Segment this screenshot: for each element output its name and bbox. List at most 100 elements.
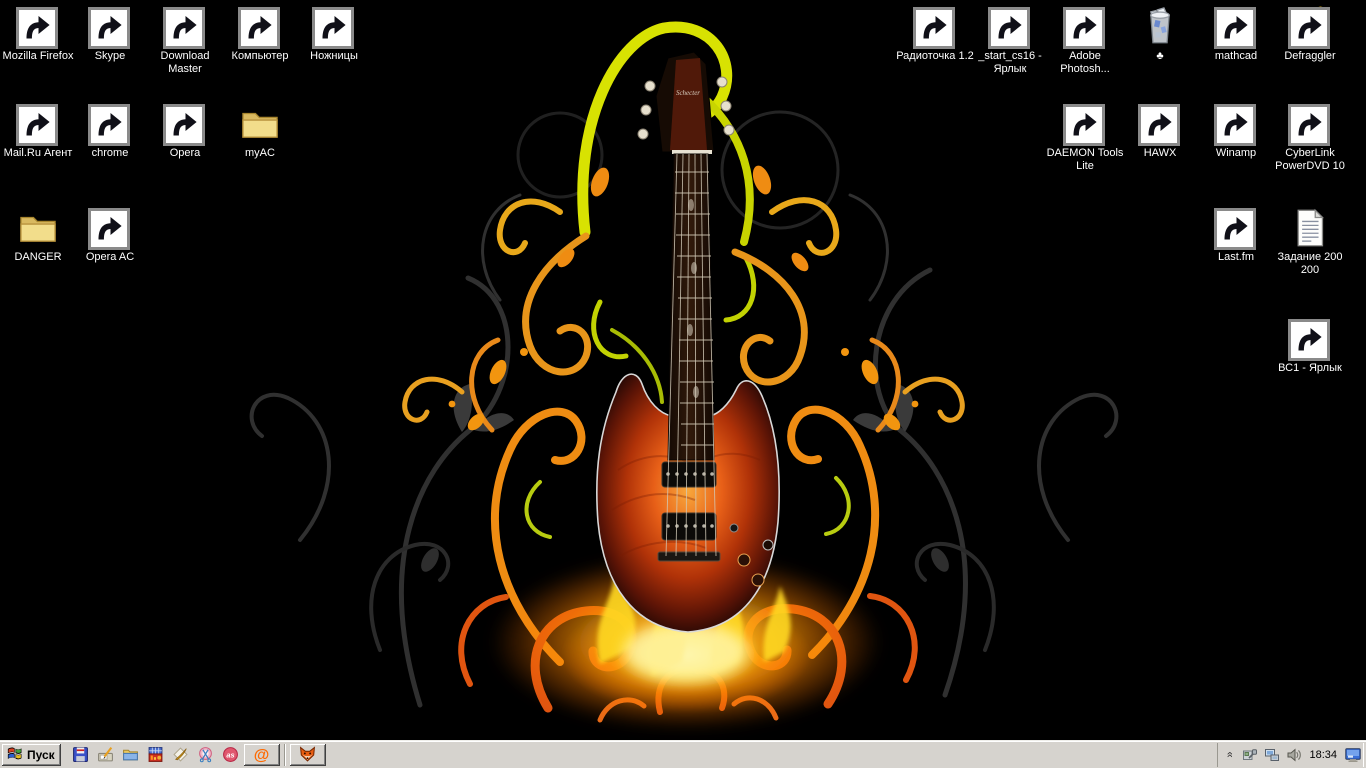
- daemon-tools-icon: [1064, 103, 1106, 145]
- quicklaunch-show-desktop[interactable]: [94, 743, 118, 767]
- desktop-icon-computer[interactable]: Компьютер: [220, 6, 300, 63]
- desktop-icon-lastfm[interactable]: as Last.fm: [1196, 207, 1276, 264]
- desktop-icon-label: Last.fm: [1196, 251, 1276, 264]
- desktop-icon-label: Ножницы: [294, 50, 374, 63]
- folder-icon: [239, 103, 281, 145]
- desktop-icon-label: DAEMON Tools Lite: [1045, 147, 1125, 173]
- desktop-icon-snipping-tool[interactable]: Ножницы: [294, 6, 374, 63]
- desktop-icon-label: Mail.Ru Агент: [0, 147, 78, 160]
- quicklaunch-grid-app[interactable]: [144, 743, 168, 767]
- desktop-icon-label: Skype: [70, 50, 150, 63]
- desktop-icon-opera[interactable]: Opera: [145, 103, 225, 160]
- hide-icons-chevron[interactable]: »: [1224, 749, 1236, 761]
- desktop-icon-zadanie-200[interactable]: Задание 200 200: [1270, 207, 1350, 277]
- desktop-icon-myac-folder[interactable]: myAC: [220, 103, 300, 160]
- desktop-icon-label: ВС1 - Ярлык: [1270, 362, 1350, 375]
- desktop-icon-label: Задание 200 200: [1270, 251, 1350, 277]
- grid-app-icon: [147, 746, 164, 763]
- lastfm-icon: as: [1215, 207, 1257, 249]
- cs16-icon: [989, 6, 1031, 48]
- desktop-icon-label: Defraggler: [1270, 50, 1350, 63]
- desktop-icon-defraggler[interactable]: Defraggler: [1270, 6, 1350, 63]
- desktop-icon-start-cs16[interactable]: _start_cs16 - Ярлык: [970, 6, 1050, 76]
- quicklaunch-folder[interactable]: [119, 743, 143, 767]
- desktop-icon-mailru-agent[interactable]: @ Mail.Ru Агент: [0, 103, 78, 160]
- system-tray: »: [1217, 743, 1364, 767]
- download-master-icon: [164, 6, 206, 48]
- task-button-area: @: [243, 744, 327, 766]
- start-button-label: Пуск: [27, 748, 55, 762]
- desktop-icon-opera-ac[interactable]: Opera AC: [70, 207, 150, 264]
- desktop-icon-label: Компьютер: [220, 50, 300, 63]
- quill-icon: [172, 746, 189, 763]
- desktop-icon-recycle-bin[interactable]: ♣: [1120, 6, 1200, 63]
- display-icon[interactable]: [1344, 746, 1361, 763]
- mathcad-icon: M: [1215, 6, 1257, 48]
- desktop-icon-label: HAWX: [1120, 147, 1200, 160]
- desktop-icon-chrome[interactable]: chrome: [70, 103, 150, 160]
- computer-icon: [239, 6, 281, 48]
- desktop-icon-label: myAC: [220, 147, 300, 160]
- safely-remove-icon[interactable]: [1241, 746, 1258, 763]
- powerdvd-icon: [1289, 103, 1331, 145]
- opera-ac-icon: [89, 207, 131, 249]
- desktop-icon-hawx[interactable]: HAWX: [1120, 103, 1200, 160]
- desktop-icon-label: Winamp: [1196, 147, 1276, 160]
- desktop-icon-mozilla-firefox[interactable]: Mozilla Firefox: [0, 6, 78, 63]
- floppy-icon: [72, 746, 89, 763]
- taskbar-separator: [284, 744, 286, 766]
- quicklaunch-floppy[interactable]: [69, 743, 93, 767]
- photoshop-icon: Ps: [1064, 6, 1106, 48]
- desktop-icon-skype[interactable]: S Skype: [70, 6, 150, 63]
- mailru-agent-icon: @: [17, 103, 59, 145]
- desktop-icon-label: Радиоточка 1.2: [895, 50, 975, 63]
- desktop-icon-download-master[interactable]: Download Master: [145, 6, 225, 76]
- fox-icon: [299, 746, 316, 763]
- opera-icon: [164, 103, 206, 145]
- folder-icon: [17, 207, 59, 249]
- recycle-bin-icon: [1139, 6, 1181, 48]
- desktop-icon-label: CyberLink PowerDVD 10: [1270, 147, 1350, 173]
- desktop-icon-label: DANGER: [0, 251, 78, 264]
- taskbutton-mailru-agent[interactable]: @: [244, 744, 280, 766]
- desktop-icon-label: _start_cs16 - Ярлык: [970, 50, 1050, 76]
- desktop-icon-label: chrome: [70, 147, 150, 160]
- windows-logo-icon: [6, 745, 23, 765]
- quick-launch: as: [69, 743, 243, 767]
- desktop-icon-label: Mozilla Firefox: [0, 50, 78, 63]
- document-icon: [1289, 318, 1331, 360]
- snip-icon: [197, 746, 214, 763]
- desktop: Schecter: [0, 0, 1366, 768]
- desktop-icon-label: Opera: [145, 147, 225, 160]
- skype-icon: S: [89, 6, 131, 48]
- taskbutton-fox-app[interactable]: [290, 744, 326, 766]
- chrome-icon: [89, 103, 131, 145]
- hawx-icon: [1139, 103, 1181, 145]
- volume-icon[interactable]: [1285, 746, 1302, 763]
- network-icon[interactable]: [1263, 746, 1280, 763]
- desktop-icon-winamp[interactable]: Winamp: [1196, 103, 1276, 160]
- quicklaunch-snip-tool[interactable]: [194, 743, 218, 767]
- desktop-icon-mathcad[interactable]: M mathcad: [1196, 6, 1276, 63]
- desktop-icon-adobe-photoshop[interactable]: Ps Adobe Photosh...: [1045, 6, 1125, 76]
- firefox-icon: [17, 6, 59, 48]
- desktop-icon-daemon-tools-lite[interactable]: DAEMON Tools Lite: [1045, 103, 1125, 173]
- svg-text:as: as: [227, 751, 235, 760]
- scissors-icon: [313, 6, 355, 48]
- radiotochka-icon: [914, 6, 956, 48]
- quicklaunch-lastfm[interactable]: as: [219, 743, 243, 767]
- quicklaunch-quill-app[interactable]: [169, 743, 193, 767]
- desktop-icon-label: Opera AC: [70, 251, 150, 264]
- show-desktop-icon: [97, 746, 114, 763]
- desktop-icon-radiotochka[interactable]: Радиоточка 1.2: [895, 6, 975, 63]
- start-button[interactable]: Пуск: [2, 744, 61, 766]
- desktop-icon-cyberlink-powerdvd[interactable]: CyberLink PowerDVD 10: [1270, 103, 1350, 173]
- desktop-icon-vc1-shortcut[interactable]: ВС1 - Ярлык: [1270, 318, 1350, 375]
- mailru-at-icon: @: [253, 746, 270, 763]
- svg-text:@: @: [254, 747, 270, 763]
- defraggler-icon: [1289, 6, 1331, 48]
- winamp-icon: [1215, 103, 1257, 145]
- taskbar: Пуск as @ »: [0, 740, 1366, 768]
- desktop-icon-label: Download Master: [145, 50, 225, 76]
- desktop-icon-danger-folder[interactable]: DANGER: [0, 207, 78, 264]
